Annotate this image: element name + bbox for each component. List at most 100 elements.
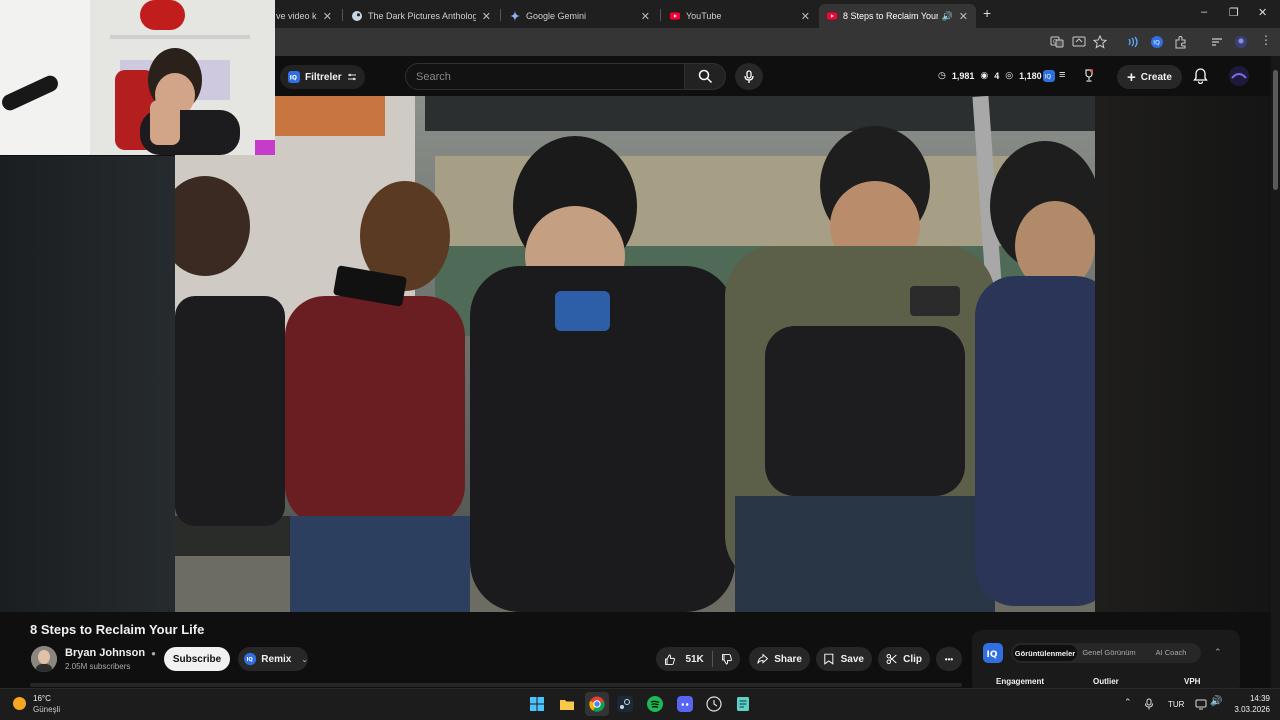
bookmark-star-icon[interactable] [1093, 35, 1107, 49]
menu-lines-icon[interactable]: ≡ [1059, 69, 1065, 81]
clip-label: Clip [903, 653, 922, 665]
cast-icon[interactable] [1072, 35, 1086, 49]
extension-wave-icon[interactable] [1126, 35, 1140, 49]
scissors-icon [886, 654, 897, 664]
filters-button[interactable]: IQ Filtreler [280, 65, 365, 89]
watching-icon: ◎ [1005, 70, 1014, 80]
bookmark-icon [824, 653, 834, 665]
restore-button[interactable]: ❐ [1229, 6, 1239, 19]
share-button[interactable]: Share [749, 647, 810, 671]
gemini-icon [510, 11, 520, 21]
steam-taskbar-icon[interactable] [617, 696, 633, 712]
extensions-puzzle-icon[interactable] [1174, 35, 1188, 49]
remix-button[interactable]: IQ Remix ⌄ [238, 647, 308, 671]
iq-column-outlier: Outlier [1093, 677, 1119, 686]
windows-taskbar [0, 688, 1280, 720]
filters-label: Filtreler [305, 71, 342, 83]
speaker-icon[interactable]: 🔊 [942, 11, 953, 22]
svg-text:IQ: IQ [246, 657, 253, 663]
iq-tab-ai-coach[interactable]: AI Coach [1142, 648, 1200, 657]
search-button[interactable] [684, 63, 726, 90]
iq-tab-overview[interactable]: Genel Görünüm [1079, 648, 1139, 657]
subscribe-button[interactable]: Subscribe [164, 647, 230, 671]
like-thumb-icon[interactable] [664, 652, 675, 667]
subscriber-count: 2.05M subscribers [65, 662, 131, 671]
extension-iq-icon[interactable]: IQ [1150, 35, 1164, 49]
iq-column-vph: VPH [1184, 677, 1201, 686]
reading-list-icon[interactable] [1210, 35, 1224, 49]
verified-check-icon: ● [151, 649, 156, 658]
dislike-thumb-icon[interactable] [721, 652, 732, 667]
tab-separator [500, 9, 501, 21]
video-player[interactable] [175, 96, 1095, 612]
save-button[interactable]: Save [816, 647, 872, 671]
tab-2[interactable]: The Dark Pictures Anthology: Li ✕ [344, 4, 499, 28]
taskbar-date[interactable]: 3.03.2026 [1220, 705, 1270, 714]
tab-1[interactable]: ve video ku ✕ [268, 4, 340, 28]
notepad-icon[interactable] [735, 696, 751, 712]
channel-avatar[interactable] [31, 646, 57, 672]
taskbar-time[interactable]: 14:39 [1230, 694, 1270, 703]
profile-avatar-icon[interactable] [1234, 35, 1248, 49]
search-input[interactable]: Search [405, 63, 685, 90]
account-avatar-icon[interactable] [1229, 66, 1249, 86]
collapse-chevron-icon[interactable]: ⌃ [1214, 647, 1222, 658]
iq-tab-views[interactable]: Görüntülenmeler [1013, 645, 1077, 661]
tab-close-icon[interactable]: ✕ [801, 10, 810, 23]
chevron-down-icon: ⌄ [301, 654, 308, 664]
browser-menu-icon[interactable]: ⋮ [1260, 33, 1272, 47]
file-explorer-icon[interactable] [559, 696, 575, 712]
like-count: 51K [685, 653, 704, 665]
description-box-edge [30, 683, 962, 687]
tray-display-icon[interactable] [1195, 698, 1207, 710]
scrollbar-thumb[interactable] [1273, 70, 1278, 190]
sun-weather-icon[interactable] [13, 697, 26, 710]
tab-close-icon[interactable]: ✕ [323, 10, 332, 23]
tab-separator [660, 9, 661, 21]
tray-overflow-icon[interactable]: ⌃ [1124, 697, 1132, 708]
svg-text:IQ: IQ [1153, 40, 1160, 47]
discord-icon[interactable] [677, 696, 693, 712]
microphone-icon [744, 69, 754, 83]
save-label: Save [840, 653, 864, 665]
weather-condition[interactable]: Güneşli [33, 705, 60, 714]
remix-label: Remix [261, 653, 292, 665]
keyboard-language[interactable]: TUR [1168, 700, 1184, 709]
weather-temp[interactable]: 16°C [33, 694, 51, 703]
chrome-icon[interactable] [589, 696, 605, 712]
tab-3[interactable]: Google Gemini ✕ [502, 4, 658, 28]
iq-extension-icon[interactable]: IQ [1043, 70, 1055, 82]
windows-start-icon[interactable] [529, 696, 545, 712]
close-window-button[interactable]: ✕ [1258, 6, 1267, 19]
video-title: 8 Steps to Reclaim Your Life [30, 622, 205, 637]
tab-5-active[interactable]: 8 Steps to Reclaim Your Life 🔊 ✕ [819, 4, 976, 28]
trophy-icon[interactable] [1083, 69, 1095, 82]
voice-search-button[interactable] [735, 63, 763, 90]
create-button[interactable]: + Create [1117, 65, 1182, 89]
spotify-icon[interactable] [647, 696, 663, 712]
tab-close-icon[interactable]: ✕ [641, 10, 650, 23]
tab-close-icon[interactable]: ✕ [959, 10, 968, 23]
channel-name[interactable]: Bryan Johnson ● [65, 647, 156, 659]
svg-text:IQ: IQ [987, 650, 998, 660]
translate-icon[interactable]: G [1050, 35, 1064, 49]
watching-count: 1,180 [1019, 70, 1042, 81]
tab-title: 8 Steps to Reclaim Your Life [843, 11, 938, 21]
like-dislike-group: 51K [656, 647, 740, 671]
tray-mic-icon[interactable] [1144, 698, 1154, 710]
channel-name-text: Bryan Johnson [65, 647, 146, 659]
notifications-bell-icon[interactable] [1193, 68, 1208, 84]
more-actions-button[interactable]: ••• [936, 647, 962, 671]
clip-button[interactable]: Clip [878, 647, 930, 671]
clock-app-icon[interactable] [706, 696, 722, 712]
new-tab-button[interactable]: + [983, 5, 991, 21]
tab-4[interactable]: YouTube ✕ [662, 4, 818, 28]
tab-close-icon[interactable]: ✕ [482, 10, 491, 23]
share-label: Share [774, 653, 802, 665]
channel-avatar-image [31, 646, 57, 672]
steam-icon [352, 11, 362, 21]
minimize-button[interactable]: – [1201, 6, 1207, 18]
eye-icon: ◉ [980, 70, 989, 80]
plus-icon: + [1127, 68, 1136, 86]
tab-title: ve video ku [276, 11, 317, 21]
